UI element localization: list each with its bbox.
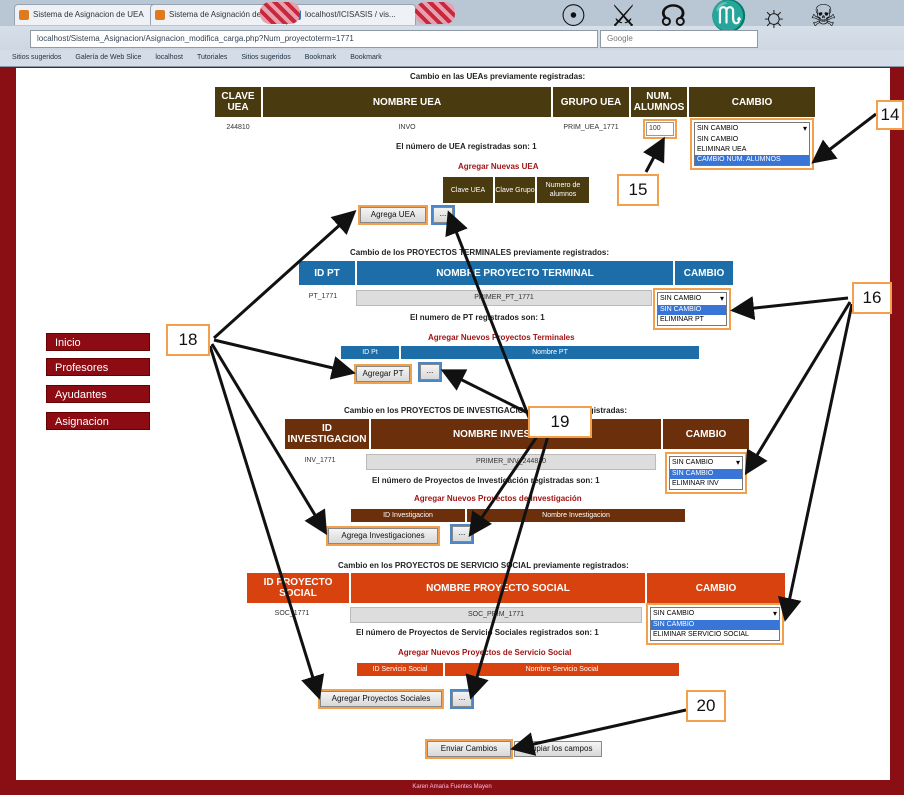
callout-18: 18 (166, 324, 210, 356)
arrow-19-a (445, 210, 532, 421)
callout-19: 19 (528, 406, 592, 438)
callout-15: 15 (617, 174, 659, 206)
arrow-16-a (730, 296, 849, 321)
arrow-18-a (212, 209, 357, 340)
annotation-arrows (208, 112, 877, 756)
arrow-15 (642, 136, 665, 173)
callout-16: 16 (852, 282, 892, 314)
arrow-19-b (440, 369, 531, 416)
arrow-20 (510, 708, 687, 756)
callout-14: 14 (876, 100, 904, 130)
callout-20: 20 (686, 690, 726, 722)
arrow-14 (811, 112, 877, 164)
arrow-19-c (468, 431, 542, 537)
arrow-18-c (210, 343, 328, 536)
arrow-18-b (213, 338, 356, 380)
arrow-18-d (208, 345, 325, 700)
